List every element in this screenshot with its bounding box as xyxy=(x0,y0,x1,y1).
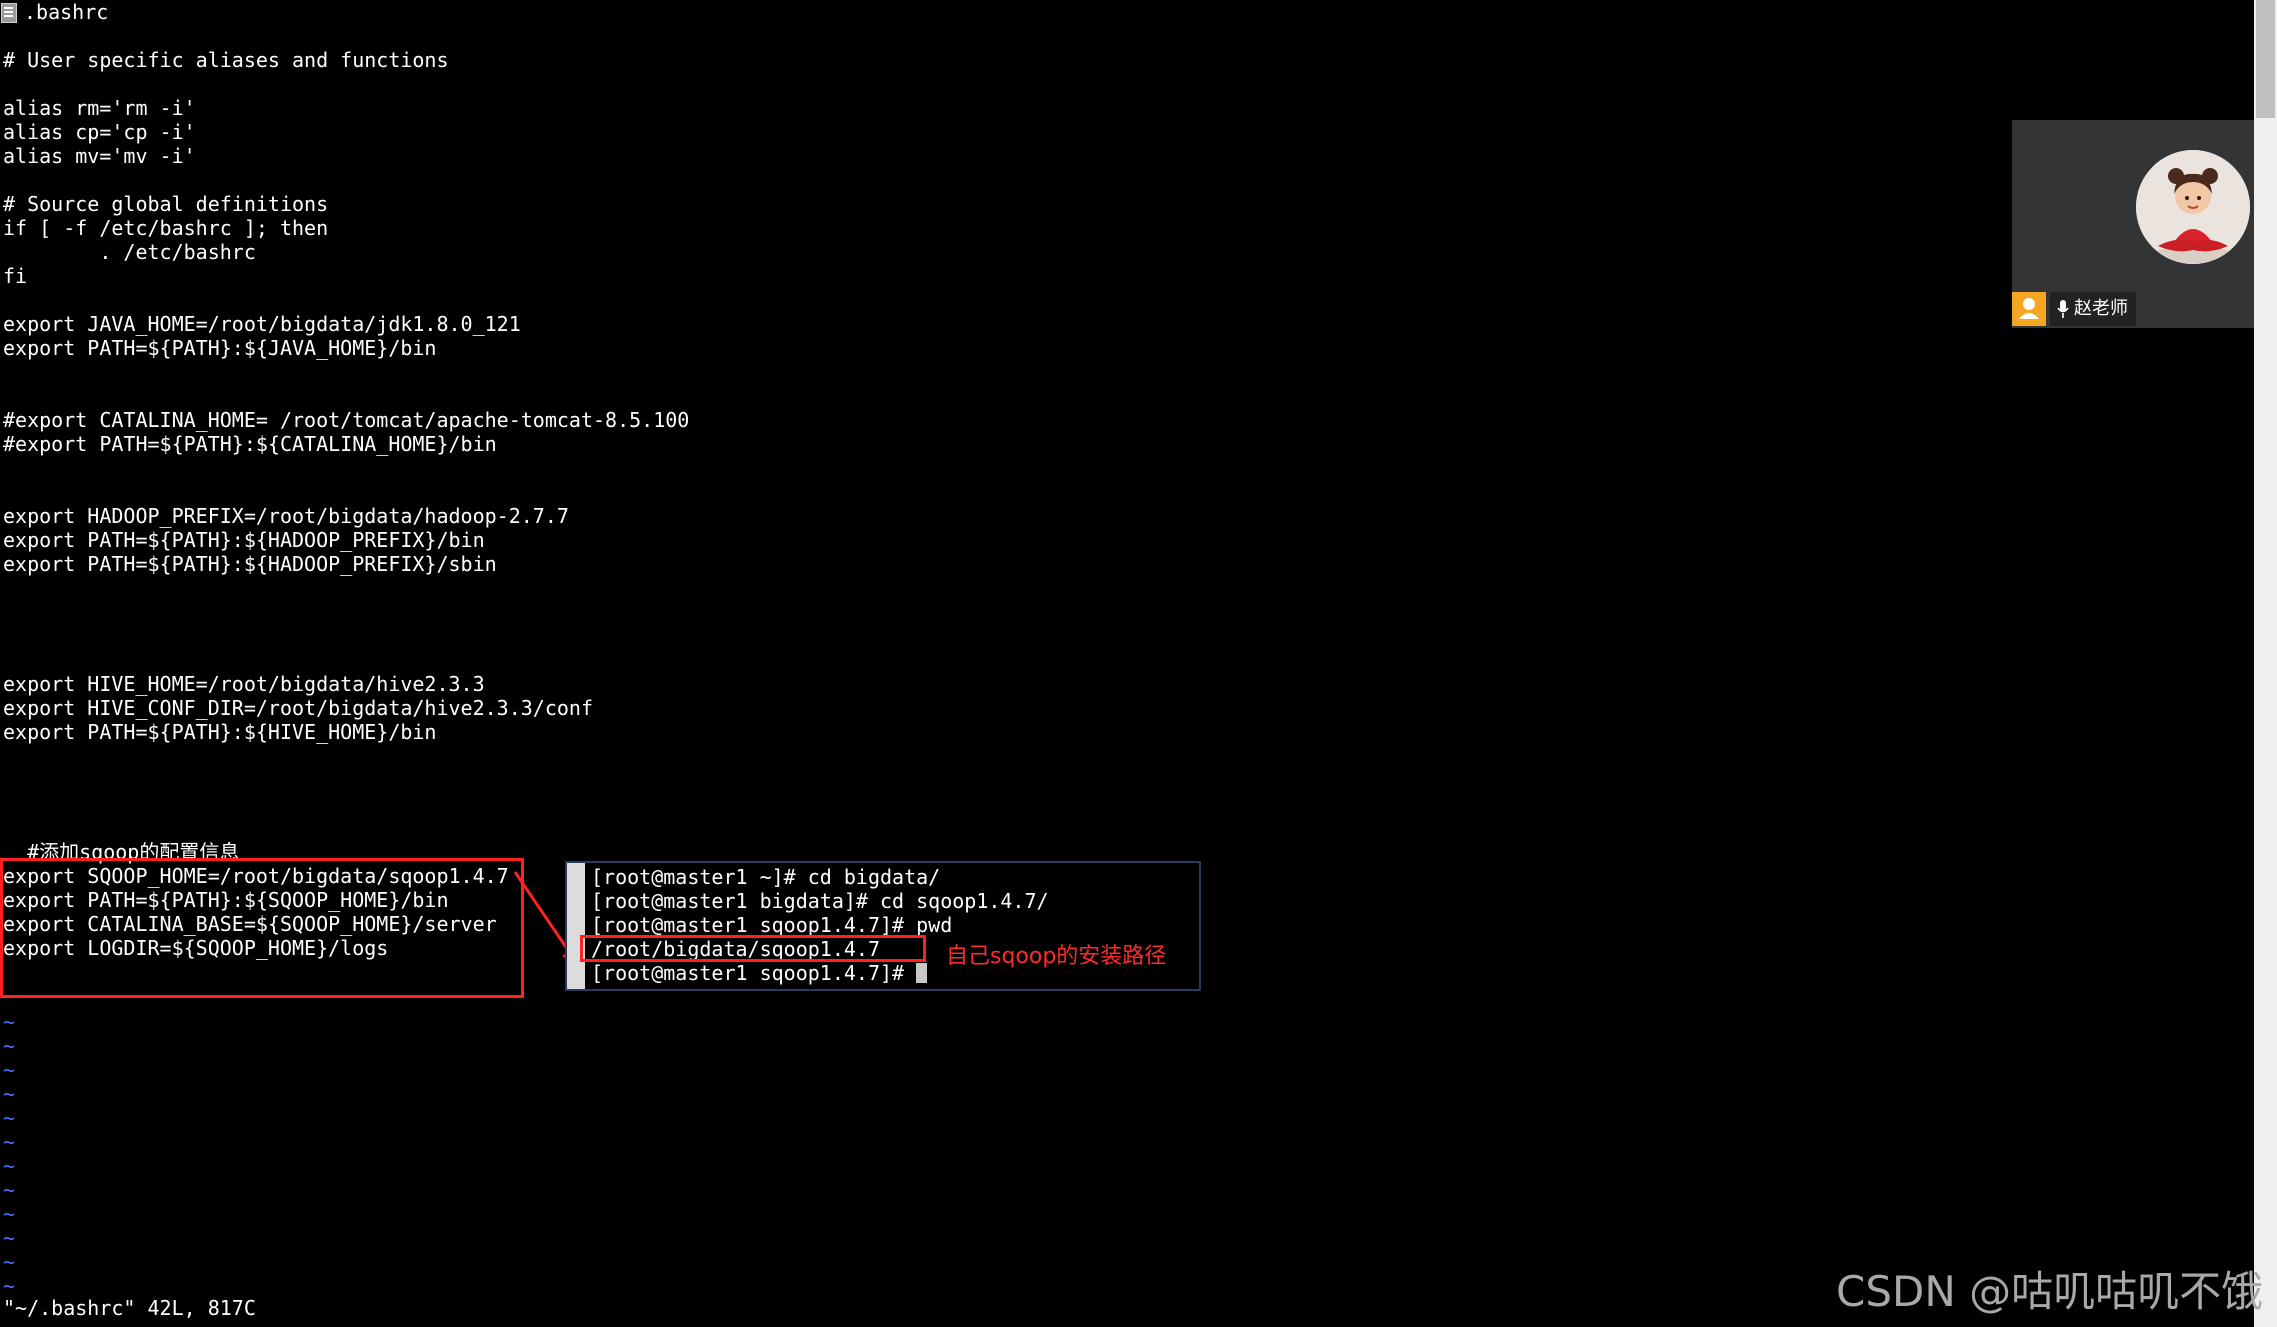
scrollbar-thumb[interactable] xyxy=(2256,0,2275,118)
editor-line: #export PATH=${PATH}:${CATALINA_HOME}/bi… xyxy=(3,432,497,456)
editor-line: . /etc/bashrc xyxy=(3,240,256,264)
file-icon xyxy=(1,3,17,23)
empty-line-marker: ~ xyxy=(3,1274,16,1298)
editor-line: fi xyxy=(3,264,28,288)
empty-line-marker: ~ xyxy=(3,1202,16,1226)
window-title: .bashrc xyxy=(24,0,109,24)
editor-line: export PATH=${PATH}:${JAVA_HOME}/bin xyxy=(3,336,437,360)
empty-line-marker: ~ xyxy=(3,1034,16,1058)
terminal-line: [root@master1 ~]# cd bigdata/ xyxy=(591,865,941,889)
editor-line: export PATH=${PATH}:${HIVE_HOME}/bin xyxy=(3,720,437,744)
editor-line: # Source global definitions xyxy=(3,192,329,216)
editor-line: export PATH=${PATH}:${HADOOP_PREFIX}/sbi… xyxy=(3,552,497,576)
empty-line-marker: ~ xyxy=(3,1154,16,1178)
screenshot-page: .bashrc # User specific aliases and func… xyxy=(0,0,2277,1327)
csdn-watermark: CSDN @咕叽咕叽不饿 xyxy=(1836,1267,2264,1316)
terminal-line: [root@master1 bigdata]# cd sqoop1.4.7/ xyxy=(591,889,1049,913)
editor-line: alias cp='cp -i' xyxy=(3,120,196,144)
editor-line: if [ -f /etc/bashrc ]; then xyxy=(3,216,329,240)
video-call-panel[interactable]: 赵老师 xyxy=(2012,120,2277,328)
empty-line-marker: ~ xyxy=(3,1130,16,1154)
vertical-scrollbar[interactable] xyxy=(2254,0,2277,1327)
terminal-prompt: [root@master1 sqoop1.4.7]# xyxy=(591,961,917,985)
sqoop-config-highlight xyxy=(0,858,524,998)
editor-line: # User specific aliases and functions xyxy=(3,48,449,72)
user-icon xyxy=(2012,292,2046,326)
terminal-prompt-line: [root@master1 sqoop1.4.7]# xyxy=(591,961,928,985)
empty-line-marker: ~ xyxy=(3,1082,16,1106)
empty-line-marker: ~ xyxy=(3,1226,16,1250)
editor-line: alias rm='rm -i' xyxy=(3,96,196,120)
editor-line: export HIVE_HOME=/root/bigdata/hive2.3.3 xyxy=(3,672,485,696)
install-path-highlight xyxy=(580,935,926,962)
editor-line: #export CATALINA_HOME= /root/tomcat/apac… xyxy=(3,408,690,432)
empty-line-marker: ~ xyxy=(3,1178,16,1202)
empty-line-marker: ~ xyxy=(3,1250,16,1274)
install-path-annotation: 自己sqoop的安装路径 xyxy=(946,944,1167,969)
terminal-cursor xyxy=(916,963,928,983)
terminal-gutter xyxy=(567,863,585,989)
editor-line: export PATH=${PATH}:${HADOOP_PREFIX}/bin xyxy=(3,528,485,552)
empty-line-marker: ~ xyxy=(3,1106,16,1130)
vim-status-line: "~/.bashrc" 42L, 817C xyxy=(3,1296,256,1320)
editor-line: export HIVE_CONF_DIR=/root/bigdata/hive2… xyxy=(3,696,594,720)
editor-line: export JAVA_HOME=/root/bigdata/jdk1.8.0_… xyxy=(3,312,521,336)
empty-line-marker: ~ xyxy=(3,1010,16,1034)
terminal-line: [root@master1 sqoop1.4.7]# pwd xyxy=(591,913,953,937)
inset-terminal: [root@master1 ~]# cd bigdata/ [root@mast… xyxy=(565,861,1201,991)
empty-line-marker: ~ xyxy=(3,1058,16,1082)
participant-name: 赵老师 xyxy=(2074,298,2128,319)
microphone-icon xyxy=(2057,300,2069,318)
avatar xyxy=(2136,150,2250,264)
editor-line: export HADOOP_PREFIX=/root/bigdata/hadoo… xyxy=(3,504,569,528)
participant-name-tag: 赵老师 xyxy=(2050,292,2136,326)
editor-line: alias mv='mv -i' xyxy=(3,144,196,168)
